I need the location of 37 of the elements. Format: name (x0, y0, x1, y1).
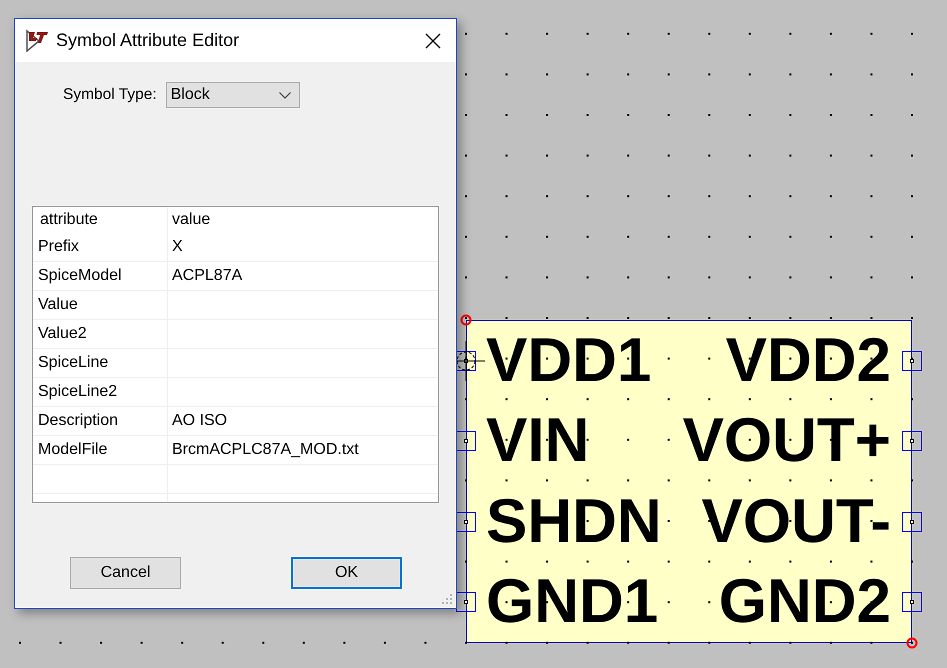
corner-circle-icon (906, 637, 918, 649)
dialog-button[interactable]: Cancel (70, 557, 181, 589)
table-cell-text: SpiceModel (37, 267, 122, 285)
chevron-down-icon (278, 92, 291, 98)
column-header: value (171, 211, 210, 229)
pin-label: VDD1 (486, 330, 652, 392)
table-cell-text: AO ISO (171, 412, 228, 430)
pin-label: GND1 (486, 570, 658, 633)
pin-label: GND2 (718, 570, 891, 633)
table-cell-text: SpiceLine2 (37, 383, 118, 401)
close-icon (425, 32, 441, 48)
table-cell-text: Prefix (37, 238, 79, 256)
table-cell-text: Value2 (37, 325, 87, 343)
table-cell-text: BrcmACPLC87A_MOD.txt (171, 441, 359, 459)
pin-marker-icon (902, 512, 922, 532)
dialog-button[interactable]: OK (291, 557, 402, 589)
table-cell-text: Value (37, 296, 78, 314)
pin-label: VOUT+ (682, 410, 891, 472)
pin-marker-icon (902, 431, 922, 452)
pin-label: SHDN (486, 490, 662, 553)
symbol-type-dropdown[interactable]: Block (166, 82, 300, 108)
field-label: Symbol Type: (63, 86, 157, 104)
pin-marker-icon (902, 592, 922, 612)
table-cell-text: SpiceLine (37, 354, 108, 372)
column-header: attribute (39, 211, 98, 229)
table-cell-text: ModelFile (37, 441, 108, 459)
pin-label: VDD2 (726, 330, 891, 392)
app-logo-icon (26, 29, 49, 52)
window-title: Symbol Attribute Editor (56, 30, 240, 51)
pin-label: VIN (486, 410, 590, 472)
pin-label: VOUT- (702, 490, 891, 553)
resize-grip-icon (441, 593, 453, 605)
corner-circle-icon (460, 314, 472, 326)
table-cell-text: ACPL87A (171, 267, 242, 285)
pin-marker-icon (902, 351, 922, 372)
table-cell-text: X (171, 238, 183, 256)
table-cell-text: Description (37, 412, 118, 430)
